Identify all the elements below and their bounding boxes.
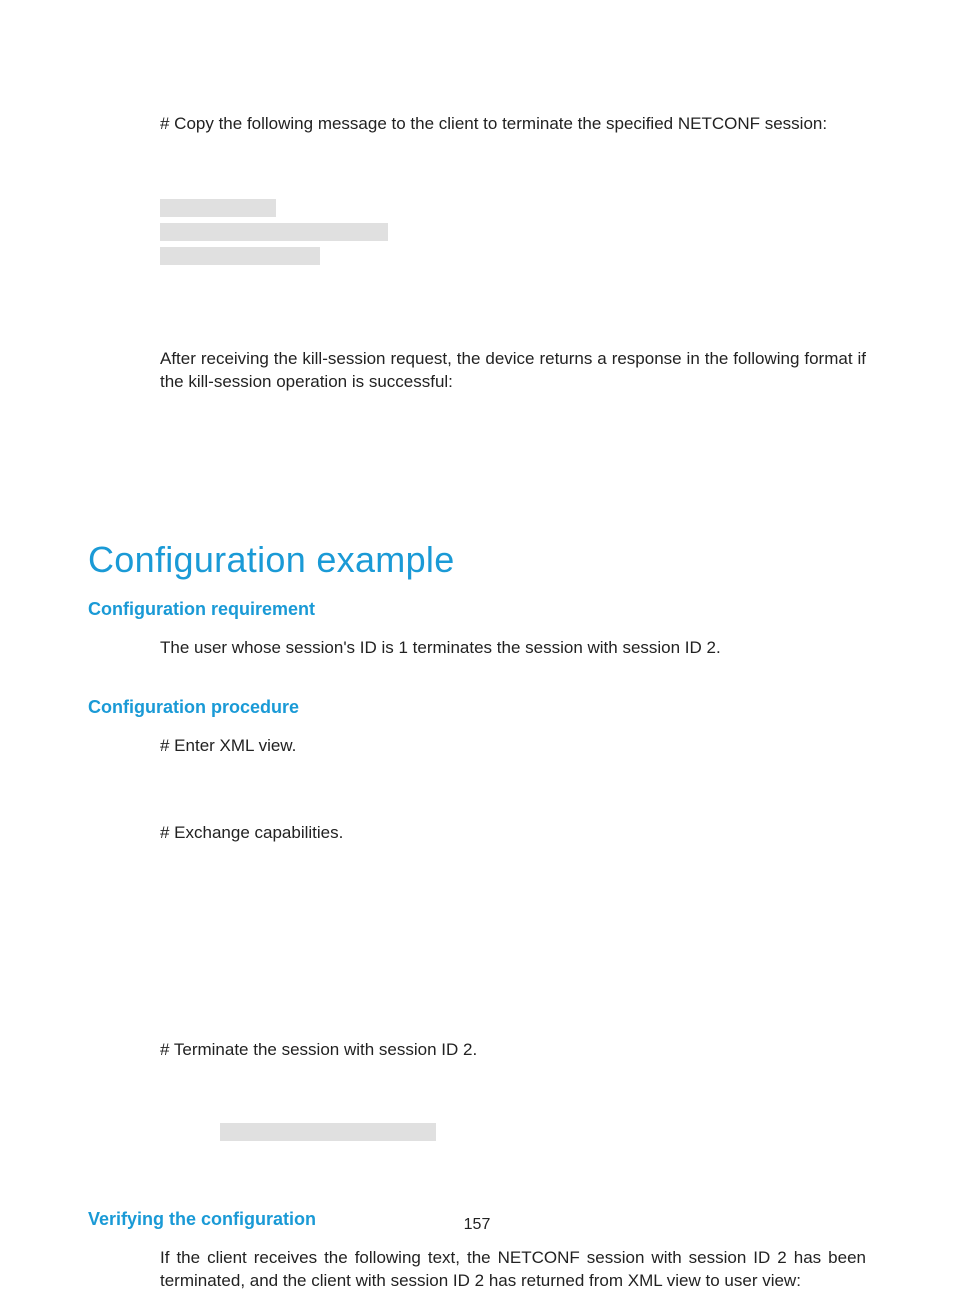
config-requirement-text: The user whose session's ID is 1 termina… [160,637,866,660]
subheading-config-procedure: Configuration procedure [88,697,866,718]
document-page: # Copy the following message to the clie… [0,0,954,1296]
subheading-config-requirement: Configuration requirement [88,599,866,620]
procedure-step-1: # Enter XML view. [160,735,866,758]
code-block-redacted [160,199,866,265]
procedure-step-2: # Exchange capabilities. [160,822,866,845]
after-kill-paragraph: After receiving the kill-session request… [160,348,866,394]
section-heading-config-example: Configuration example [88,539,866,581]
code-block-redacted-2 [220,1123,866,1141]
procedure-step-3: # Terminate the session with session ID … [160,1039,866,1062]
intro-paragraph: # Copy the following message to the clie… [160,113,866,136]
page-number: 157 [0,1216,954,1234]
verifying-text: If the client receives the following tex… [160,1247,866,1293]
